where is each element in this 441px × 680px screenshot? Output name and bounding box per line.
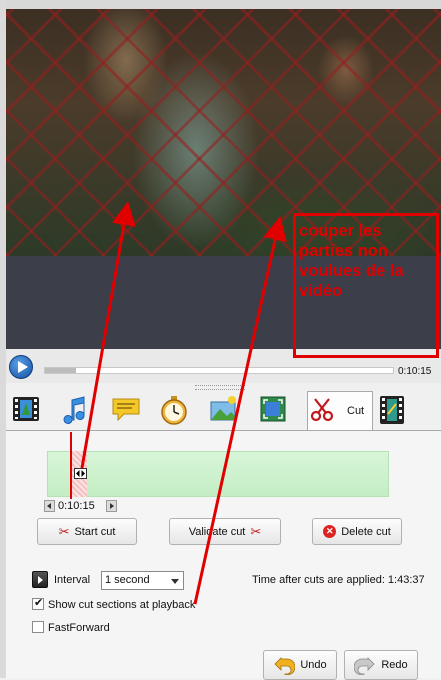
annotation-arrows — [80, 201, 287, 605]
arrow-to-video — [80, 201, 136, 469]
arrow-to-annotation — [193, 216, 287, 605]
